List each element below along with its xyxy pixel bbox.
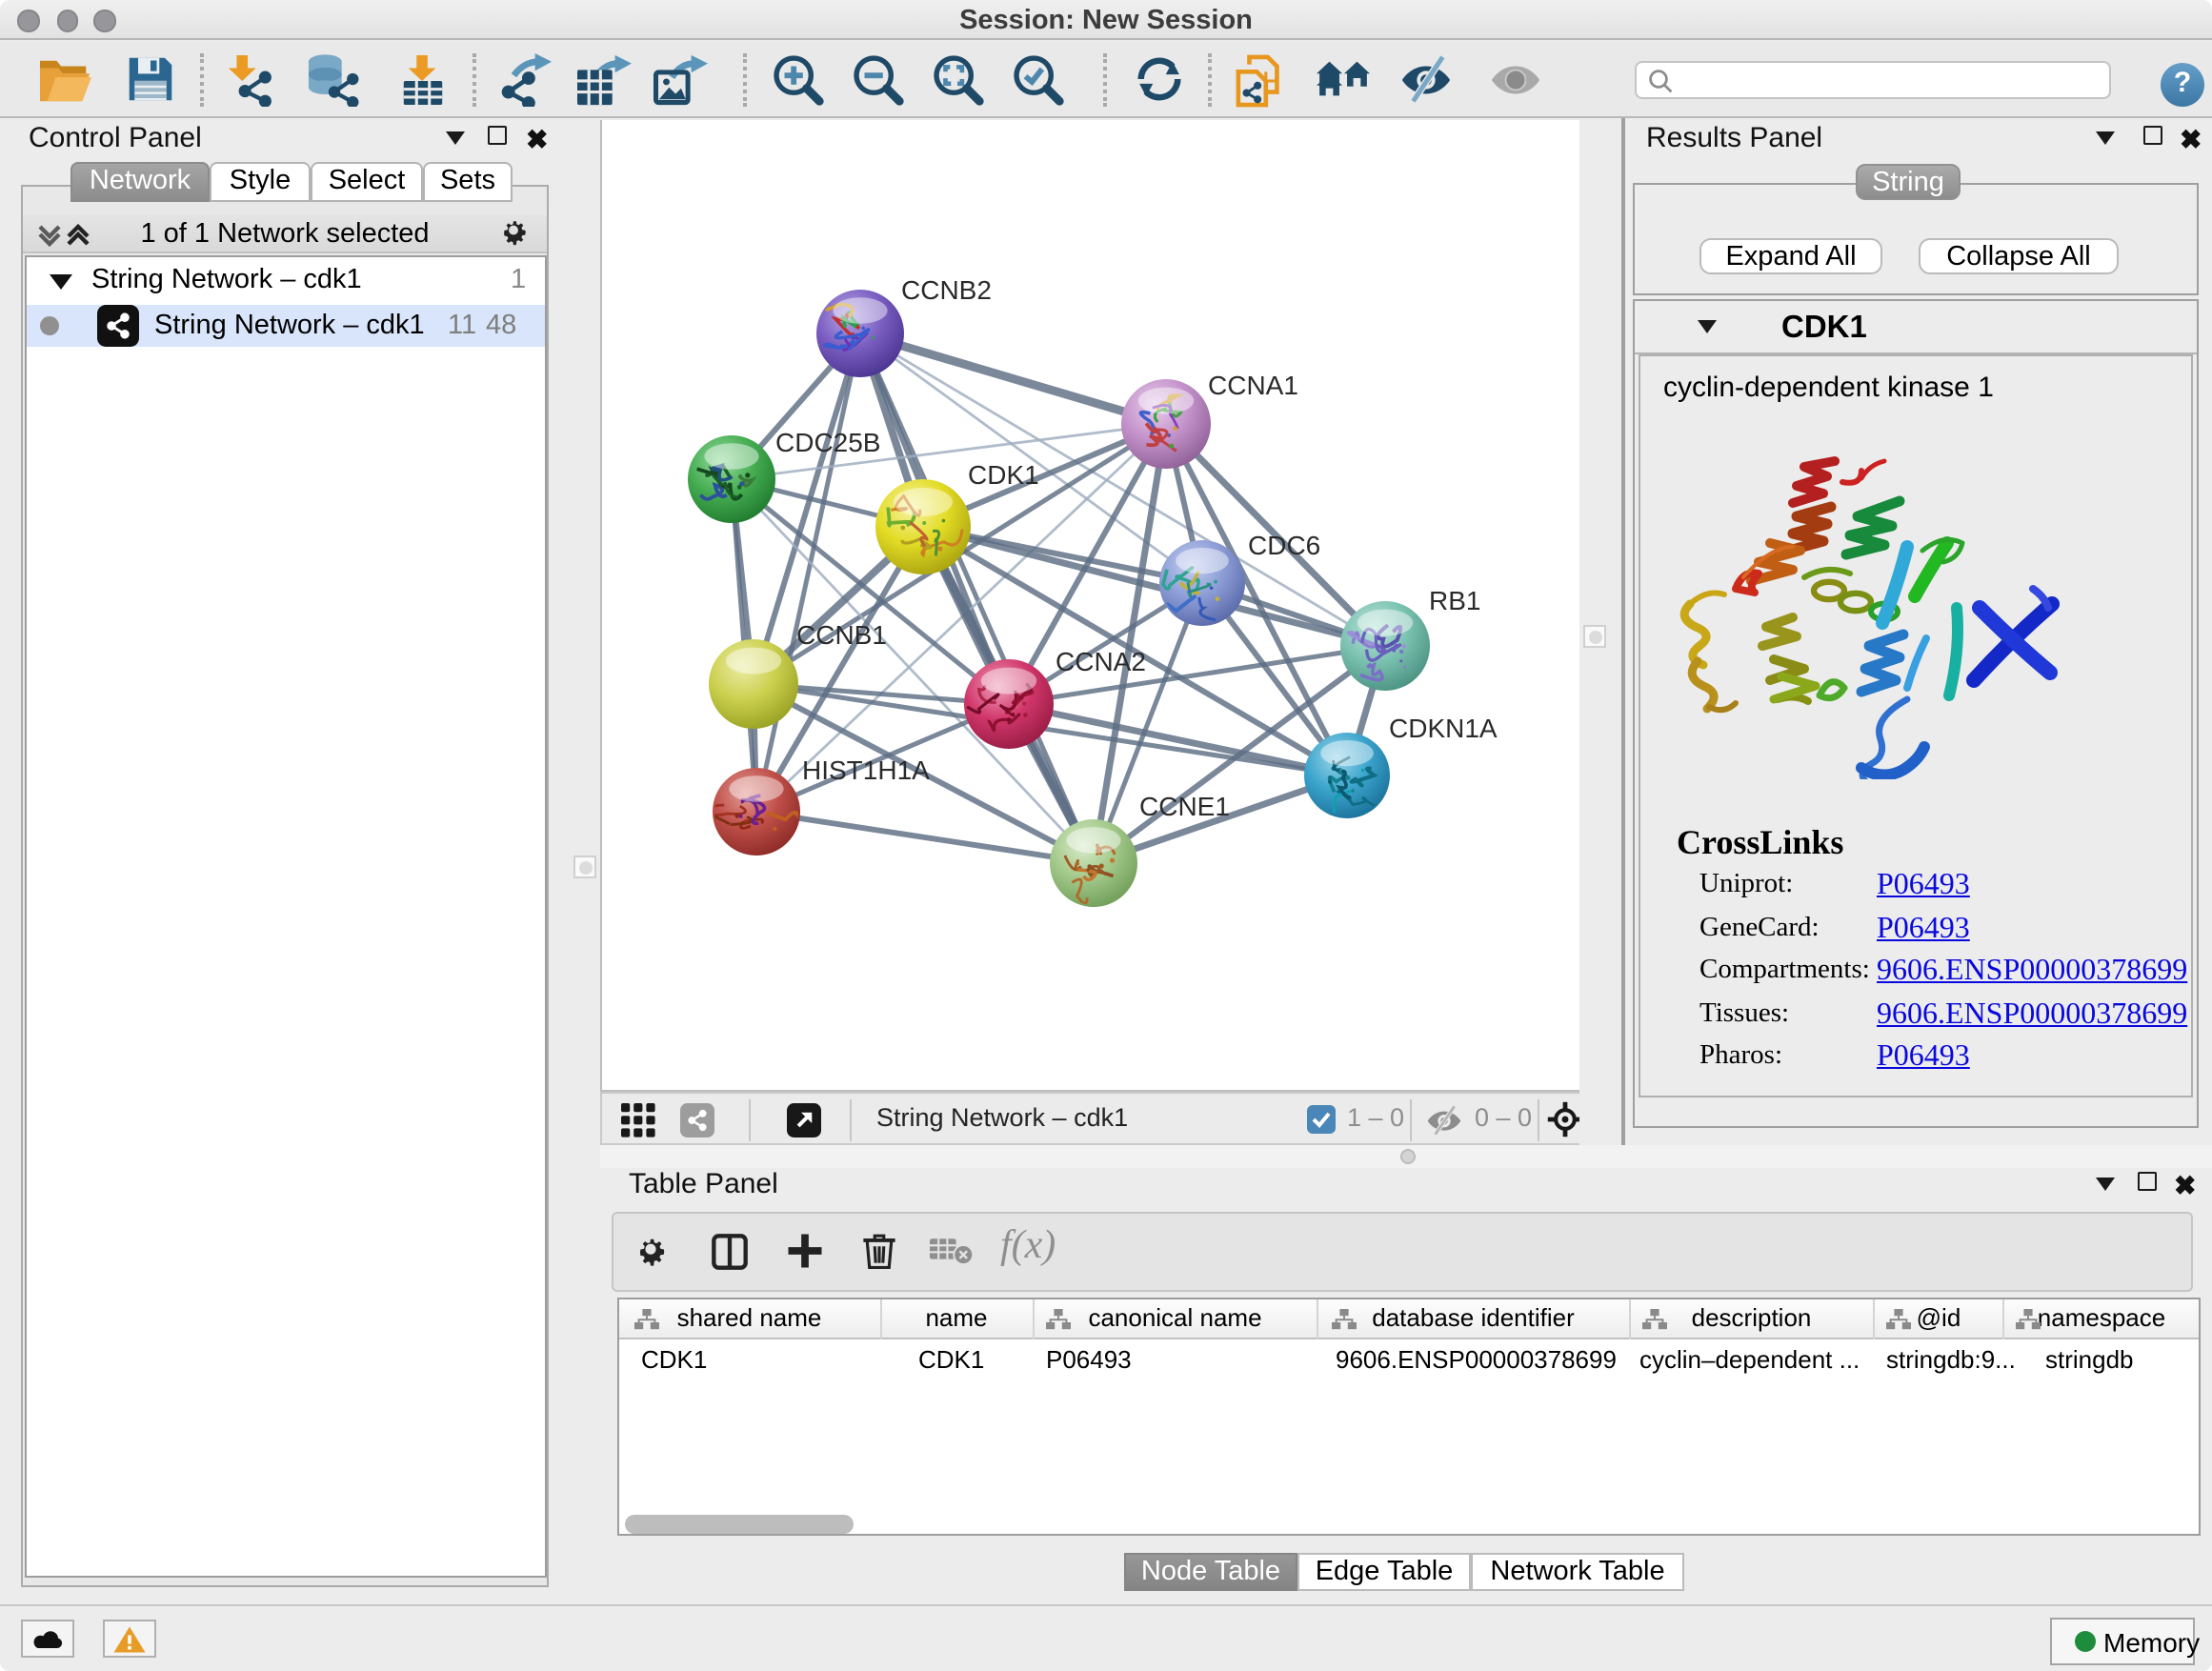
svg-text:CDC6: CDC6	[1248, 531, 1320, 560]
svg-text:CCNB2: CCNB2	[901, 275, 992, 305]
svg-text:CDK1: CDK1	[968, 460, 1039, 490]
svg-text:CCNE1: CCNE1	[1139, 792, 1230, 821]
svg-text:CDC25B: CDC25B	[775, 428, 880, 457]
svg-text:RB1: RB1	[1429, 586, 1480, 615]
svg-text:CCNA1: CCNA1	[1208, 371, 1298, 400]
svg-text:CDKN1A: CDKN1A	[1389, 714, 1498, 743]
svg-text:CCNB1: CCNB1	[796, 620, 887, 650]
svg-text:CCNA2: CCNA2	[1056, 647, 1146, 676]
svg-text:HIST1H1A: HIST1H1A	[802, 755, 930, 785]
